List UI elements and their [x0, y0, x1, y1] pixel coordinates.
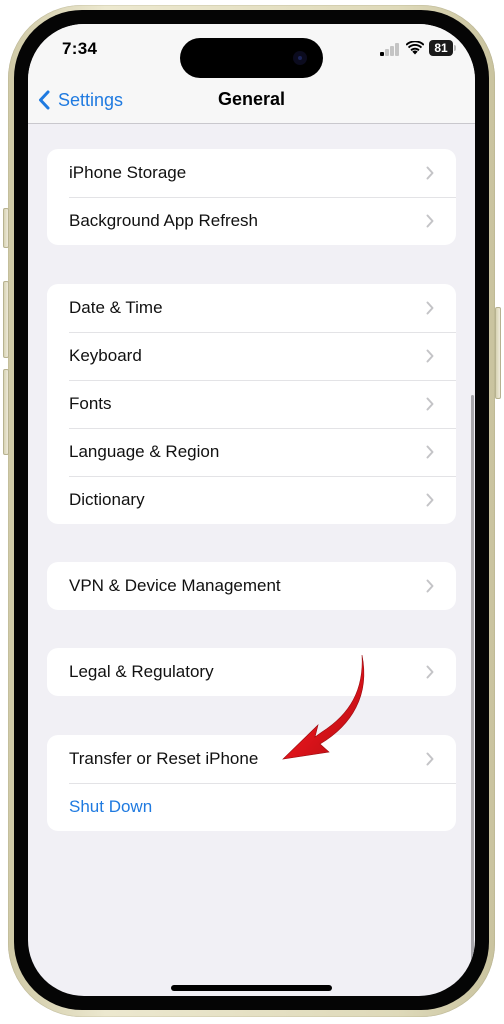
- scroll-indicator[interactable]: [471, 395, 474, 960]
- row-label: Legal & Regulatory: [69, 662, 214, 681]
- chevron-right-icon: [426, 579, 434, 593]
- row-dictionary[interactable]: Dictionary: [47, 476, 456, 524]
- battery-tip: [454, 45, 456, 51]
- row-date-time[interactable]: Date & Time: [47, 284, 456, 332]
- status-time: 7:34: [62, 39, 98, 58]
- front-camera-icon: [293, 51, 307, 65]
- row-label: Fonts: [69, 394, 112, 413]
- chevron-right-icon: [426, 752, 434, 766]
- settings-group-vpn: VPN & Device Management: [47, 562, 456, 610]
- chevron-right-icon: [426, 301, 434, 315]
- chevron-right-icon: [426, 665, 434, 679]
- battery-icon: 81: [429, 40, 457, 56]
- row-label: Date & Time: [69, 298, 163, 317]
- shut-down-button[interactable]: Shut Down: [47, 783, 456, 831]
- screen: 7:34 81 Settings General iPhone Storage …: [28, 24, 475, 996]
- side-power-button: [495, 307, 501, 399]
- row-label: Language & Region: [69, 442, 220, 461]
- row-legal-regulatory[interactable]: Legal & Regulatory: [47, 648, 456, 696]
- row-label: Dictionary: [69, 490, 145, 509]
- row-fonts[interactable]: Fonts: [47, 380, 456, 428]
- settings-group-legal: Legal & Regulatory: [47, 648, 456, 696]
- chevron-right-icon: [426, 397, 434, 411]
- dynamic-island: [180, 38, 323, 78]
- chevron-right-icon: [426, 493, 434, 507]
- row-label: Keyboard: [69, 346, 142, 365]
- action-button: [3, 208, 9, 248]
- row-label: Transfer or Reset iPhone: [69, 749, 259, 768]
- row-label: Background App Refresh: [69, 211, 259, 230]
- chevron-right-icon: [426, 349, 434, 363]
- volume-down-button: [3, 369, 9, 455]
- home-indicator[interactable]: [171, 985, 332, 991]
- chevron-right-icon: [426, 166, 434, 180]
- row-label: iPhone Storage: [69, 163, 187, 182]
- chevron-right-icon: [426, 214, 434, 228]
- wifi-icon: [406, 41, 424, 55]
- settings-group-locale: Date & Time Keyboard Fonts Language & Re…: [47, 284, 456, 524]
- settings-group-reset: Transfer or Reset iPhone Shut Down: [47, 735, 456, 831]
- row-iphone-storage[interactable]: iPhone Storage: [47, 149, 456, 197]
- row-label: VPN & Device Management: [69, 576, 281, 595]
- row-keyboard[interactable]: Keyboard: [47, 332, 456, 380]
- status-bar: 7:34 81: [28, 24, 475, 78]
- navigation-bar: Settings General: [28, 78, 475, 124]
- battery-percent: 81: [429, 40, 453, 56]
- chevron-right-icon: [426, 445, 434, 459]
- page-title: General: [217, 89, 286, 109]
- row-vpn-device-management[interactable]: VPN & Device Management: [47, 562, 456, 610]
- cellular-signal-icon: [380, 43, 402, 56]
- row-background-app-refresh[interactable]: Background App Refresh: [47, 197, 456, 245]
- row-transfer-reset-iphone[interactable]: Transfer or Reset iPhone: [47, 735, 456, 783]
- volume-up-button: [3, 281, 9, 358]
- row-language-region[interactable]: Language & Region: [47, 428, 456, 476]
- row-label: Shut Down: [69, 797, 153, 816]
- settings-group-storage: iPhone Storage Background App Refresh: [47, 149, 456, 245]
